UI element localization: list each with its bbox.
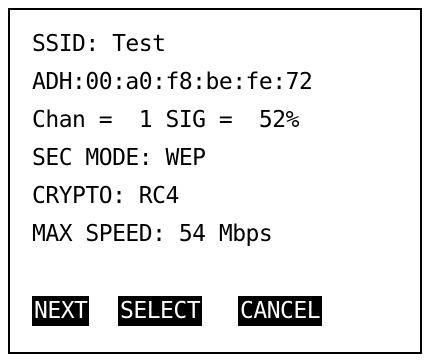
security-mode-line: SEC MODE: WEP (32, 145, 206, 171)
select-button[interactable]: SELECT (118, 296, 203, 326)
wifi-info-screen: SSID: Test ADH:00:a0:f8:be:fe:72 Chan = … (8, 8, 422, 354)
ssid-line: SSID: Test (32, 31, 166, 57)
channel-signal-line: Chan = 1 SIG = 52% (32, 107, 299, 133)
max-speed-line: MAX SPEED: 54 Mbps (32, 221, 273, 247)
crypto-line: CRYPTO: RC4 (32, 183, 179, 209)
next-button[interactable]: NEXT (32, 296, 90, 326)
adh-line: ADH:00:a0:f8:be:fe:72 (32, 69, 313, 95)
cancel-button[interactable]: CANCEL (238, 296, 323, 326)
